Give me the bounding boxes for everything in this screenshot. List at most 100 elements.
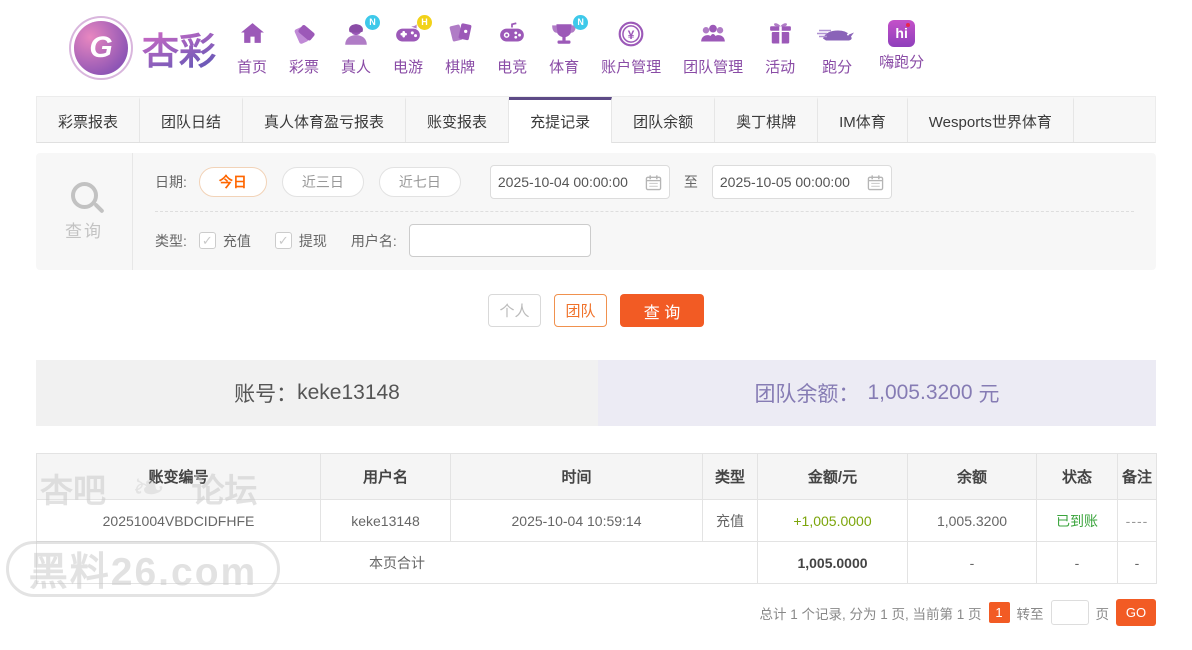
- checkbox-checked-icon: [275, 232, 292, 249]
- date-from-input[interactable]: [498, 174, 645, 190]
- team-balance-value: 1,005.3200: [867, 381, 972, 405]
- calendar-icon[interactable]: [867, 174, 884, 191]
- quick-today-button[interactable]: 今日: [199, 167, 267, 197]
- nav-item-boardgames[interactable]: 棋牌: [434, 20, 486, 77]
- brand-logo[interactable]: G 杏彩: [74, 21, 216, 75]
- personal-scope-button[interactable]: 个人: [488, 294, 541, 327]
- nav-item-live[interactable]: N 真人: [330, 20, 382, 77]
- nav-item-hipaofen[interactable]: hi 嗨跑分: [868, 20, 935, 77]
- top-header: G 杏彩 首页 彩票: [0, 0, 1192, 96]
- nav-label: 嗨跑分: [879, 51, 924, 72]
- go-button[interactable]: GO: [1116, 599, 1156, 626]
- cell-time: 2025-10-04 10:59:14: [451, 500, 703, 542]
- tab-deposit-withdraw-records[interactable]: 充提记录: [509, 97, 612, 143]
- column-header-note: 备注: [1118, 454, 1157, 500]
- tab-im-sports[interactable]: IM体育: [818, 97, 908, 142]
- nav-item-team-management[interactable]: 团队管理: [672, 20, 754, 77]
- tab-team-daily[interactable]: 团队日结: [140, 97, 243, 142]
- summary-note: -: [1118, 542, 1157, 584]
- page-number-button[interactable]: 1: [989, 602, 1010, 623]
- summary-status: -: [1037, 542, 1118, 584]
- nav-item-paofen[interactable]: 跑分: [806, 20, 868, 77]
- nav-item-lottery[interactable]: 彩票: [278, 20, 330, 77]
- summary-balance: -: [908, 542, 1037, 584]
- tab-lottery-report[interactable]: 彩票报表: [37, 97, 140, 142]
- summary-label: 本页合计: [37, 542, 758, 584]
- home-icon: [239, 20, 266, 50]
- hi-app-icon: hi: [888, 20, 915, 50]
- nav-label: 团队管理: [683, 56, 743, 77]
- ticket-icon: [291, 20, 318, 50]
- summary-amount: 1,005.0000: [758, 542, 908, 584]
- tab-wesports[interactable]: Wesports世界体育: [908, 97, 1074, 142]
- yuan-coin-icon: ¥: [617, 20, 645, 50]
- records-table: 账变编号 用户名 时间 类型 金额/元 余额 状态 备注 20251004VBD…: [36, 453, 1157, 584]
- nav-label: 首页: [237, 56, 267, 77]
- cell-amount: +1,005.0000: [758, 500, 908, 542]
- withdraw-checkbox-label: 提现: [299, 231, 327, 251]
- tab-aoding-boardgames[interactable]: 奥丁棋牌: [715, 97, 818, 142]
- hot-badge: H: [417, 15, 432, 30]
- nav-label: 棋牌: [445, 56, 475, 77]
- account-value: keke13148: [297, 381, 400, 405]
- column-header-balance: 余额: [908, 454, 1037, 500]
- nav-item-sports[interactable]: N 体育: [538, 20, 590, 77]
- filter-fields: 日期: 今日 近三日 近七日 至: [133, 153, 1156, 270]
- tab-live-sports-pnl[interactable]: 真人体育盈亏报表: [243, 97, 406, 142]
- cell-username: keke13148: [321, 500, 451, 542]
- new-badge: N: [365, 15, 380, 30]
- deposit-checkbox-label: 充值: [223, 231, 251, 251]
- search-button[interactable]: 查 询: [620, 294, 704, 327]
- nav-label: 电竞: [497, 56, 527, 77]
- team-scope-button[interactable]: 团队: [554, 294, 607, 327]
- nav-label: 跑分: [817, 56, 857, 77]
- date-filter-row: 日期: 今日 近三日 近七日 至: [155, 153, 1134, 211]
- account-cell: 账号： keke13148: [36, 360, 598, 426]
- nav-label: 活动: [765, 56, 795, 77]
- logo-icon: G: [74, 21, 128, 75]
- deposit-checkbox[interactable]: 充值: [199, 231, 251, 251]
- nav-item-activity[interactable]: 活动: [754, 20, 806, 77]
- team-icon: [699, 20, 727, 50]
- tab-team-balance[interactable]: 团队余额: [612, 97, 715, 142]
- new-badge: N: [573, 15, 588, 30]
- date-label: 日期:: [155, 172, 187, 192]
- account-label: 账号：: [234, 378, 297, 408]
- cell-change-id: 20251004VBDCIDFHFE: [37, 500, 321, 542]
- esports-gamepad-icon: [498, 20, 526, 50]
- tab-account-changes[interactable]: 账变报表: [406, 97, 509, 142]
- nav-item-egame[interactable]: H 电游: [382, 20, 434, 77]
- report-tabs: 彩票报表 团队日结 真人体育盈亏报表 账变报表 充提记录 团队余额 奥丁棋牌 I…: [36, 96, 1156, 143]
- type-filter-row: 类型: 充值 提现 用户名:: [155, 211, 1134, 269]
- withdraw-checkbox[interactable]: 提现: [275, 231, 327, 251]
- quick-3days-button[interactable]: 近三日: [282, 167, 364, 197]
- cell-note: ----: [1118, 500, 1157, 542]
- date-from-field[interactable]: [490, 165, 670, 199]
- calendar-icon[interactable]: [645, 174, 662, 191]
- column-header-status: 状态: [1037, 454, 1118, 500]
- type-label: 类型:: [155, 231, 187, 251]
- goto-label: 转至: [1017, 603, 1044, 623]
- nav-item-esports[interactable]: 电竞: [486, 20, 538, 77]
- nav-label: 真人: [341, 56, 371, 77]
- quick-7days-button[interactable]: 近七日: [379, 167, 461, 197]
- date-to-field[interactable]: [712, 165, 892, 199]
- column-header-time: 时间: [451, 454, 703, 500]
- goto-page-input[interactable]: [1051, 600, 1089, 625]
- date-to-input[interactable]: [720, 174, 867, 190]
- username-input[interactable]: [409, 224, 591, 257]
- trophy-icon: N: [550, 20, 578, 50]
- pagination: 总计 1 个记录, 分为 1 页, 当前第 1 页 1 转至 页 GO: [36, 599, 1156, 626]
- team-balance-unit: 元: [979, 378, 1000, 408]
- nav-item-account-management[interactable]: ¥ 账户管理: [590, 20, 672, 77]
- column-header-change-id: 账变编号: [37, 454, 321, 500]
- cards-icon: [447, 20, 474, 50]
- live-person-icon: N: [342, 20, 370, 50]
- team-balance-label: 团队余额：: [754, 378, 859, 408]
- cell-balance: 1,005.3200: [908, 500, 1037, 542]
- nav-item-home[interactable]: 首页: [226, 20, 278, 77]
- table-header-row: 账变编号 用户名 时间 类型 金额/元 余额 状态 备注: [37, 454, 1157, 500]
- query-side-panel: 查询: [36, 153, 133, 270]
- query-side-label: 查询: [65, 217, 103, 242]
- cell-status: 已到账: [1037, 500, 1118, 542]
